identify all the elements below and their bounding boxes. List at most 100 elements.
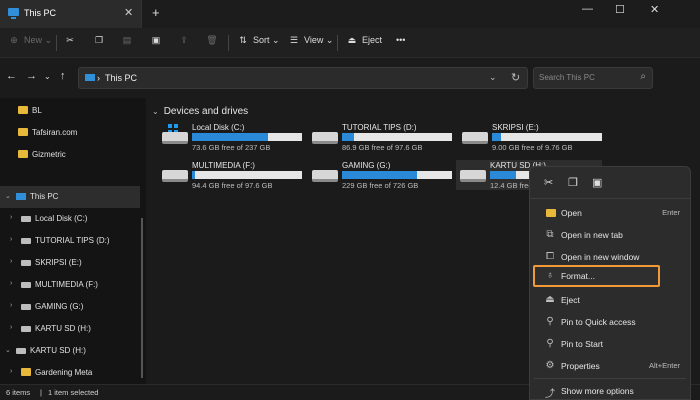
format-icon: ♁ [546, 270, 554, 281]
recent-chevron-icon[interactable]: ⌄ [44, 72, 51, 81]
menu-item-format[interactable]: ♁ Format... [533, 265, 660, 287]
view-label: View [304, 35, 324, 45]
minimize-button[interactable]: — [582, 3, 593, 15]
rename-button[interactable]: ▣ [150, 35, 166, 46]
drive-tile-d[interactable]: TUTORIAL TIPS (D:) 86.9 GB free of 97.6 … [308, 122, 454, 152]
drive-name: TUTORIAL TIPS (D:) [342, 123, 417, 132]
menu-item-show-more-options[interactable]: ⤴ Show more options [534, 380, 686, 400]
sidebar-item-label: Local Disk (C:) [35, 214, 88, 223]
sort-button[interactable]: ⇅ Sort ⌄ [237, 35, 279, 46]
new-window-icon: ⧠ [546, 251, 554, 262]
drive-tile-e[interactable]: SKRIPSI (E:) 9.00 GB free of 9.76 GB [458, 122, 604, 152]
new-label: New [24, 35, 43, 45]
back-arrow-icon[interactable]: ← [6, 70, 17, 82]
folder-icon [21, 368, 31, 376]
sidebar-item-tafsiran[interactable]: Tafsiran.com [0, 122, 140, 144]
usage-fill [192, 171, 196, 179]
view-button[interactable]: ☰ View ⌄ [288, 35, 333, 46]
new-button[interactable]: ⊕ New ⌄ [8, 35, 52, 46]
sidebar-item-gizmetric[interactable]: Gizmetric [0, 144, 140, 166]
drive-name: SKRIPSI (E:) [492, 123, 539, 132]
drive-tile-c[interactable]: Local Disk (C:) 73.6 GB free of 237 GB [158, 122, 304, 152]
menu-item-open[interactable]: Open Enter [534, 202, 686, 224]
eject-button[interactable]: ⏏ Eject [346, 35, 382, 46]
maximize-button[interactable]: ☐ [615, 3, 625, 16]
navigation-pane: BL Tafsiran.com Gizmetric ⌄ This PC › Lo… [0, 98, 146, 384]
drive-icon [21, 260, 31, 266]
cut-button[interactable]: ✂ [64, 35, 80, 46]
drive-icon [21, 326, 31, 332]
sidebar-scrollbar[interactable] [141, 218, 143, 378]
clipboard-icon: ▤ [122, 35, 132, 45]
refresh-icon[interactable]: ↻ [511, 71, 520, 84]
menu-item-open-new-tab[interactable]: ⧉ Open in new tab [534, 224, 686, 246]
pin-icon: ⚲ [546, 338, 554, 349]
sort-icon: ⇅ [239, 35, 247, 45]
drive-free-space: 9.00 GB free of 9.76 GB [492, 143, 573, 152]
drive-free-space: 94.4 GB free of 97.6 GB [192, 181, 273, 190]
menu-item-label: Properties [561, 361, 600, 371]
sidebar-item-kartu-sd-h-root[interactable]: ⌄ KARTU SD (H:) [0, 340, 140, 362]
toolbar-divider [56, 35, 57, 51]
sidebar-item-this-pc[interactable]: ⌄ This PC [0, 186, 140, 208]
group-header[interactable]: ⌄ Devices and drives [152, 106, 248, 117]
collapse-chevron-icon[interactable]: ⌄ [5, 346, 11, 354]
computer-icon [85, 74, 95, 81]
expand-chevron-icon[interactable]: › [10, 368, 12, 375]
up-arrow-icon[interactable]: ↑ [60, 70, 66, 82]
see-more-button[interactable]: ••• [396, 35, 405, 45]
menu-item-pin-start[interactable]: ⚲ Pin to Start [534, 333, 686, 355]
search-input[interactable]: Search This PC ⌕ [533, 67, 653, 89]
command-bar: ⊕ New ⌄ ✂ ❐ ▤ ▣ ⇪ 🗑 ⇅ Sort ⌄ ☰ View ⌄ ⏏ Ejec… [0, 28, 700, 58]
tab-this-pc[interactable]: This PC ✕ [0, 0, 142, 28]
sidebar-item-local-disk-c[interactable]: › Local Disk (C:) [0, 208, 140, 230]
sort-label: Sort [253, 35, 270, 45]
breadcrumb-chevron-icon[interactable]: › [97, 73, 100, 83]
sidebar-item-kartu-sd-h[interactable]: › KARTU SD (H:) [0, 318, 140, 340]
menu-item-pin-quick-access[interactable]: ⚲ Pin to Quick access [534, 311, 686, 333]
menu-item-eject[interactable]: ⏏ Eject [534, 289, 686, 311]
computer-icon [8, 8, 19, 19]
expand-chevron-icon[interactable]: › [10, 302, 12, 309]
eject-icon: ⏏ [347, 35, 357, 45]
expand-chevron-icon[interactable]: › [10, 280, 12, 287]
wrench-icon: ⚙ [545, 360, 555, 371]
sidebar-item-tutorial-tips-d[interactable]: › TUTORIAL TIPS (D:) [0, 230, 140, 252]
menu-divider [534, 378, 686, 379]
scissors-icon[interactable]: ✂ [544, 176, 553, 189]
address-bar[interactable]: › This PC ⌄ ↻ [78, 67, 528, 89]
drive-free-space: 73.6 GB free of 237 GB [192, 143, 271, 152]
delete-button[interactable]: 🗑 [206, 35, 222, 46]
paste-button[interactable]: ▤ [121, 35, 137, 46]
address-dropdown-icon[interactable]: ⌄ [489, 72, 497, 83]
expand-chevron-icon[interactable]: › [10, 258, 12, 265]
collapse-chevron-icon[interactable]: ⌄ [5, 192, 11, 200]
sidebar-item-label: MULTIMEDIA (F:) [35, 280, 98, 289]
menu-item-label: Show more options [561, 386, 634, 396]
sidebar-item-label: SKRIPSI (E:) [35, 258, 82, 267]
forward-arrow-icon[interactable]: → [26, 70, 37, 82]
menu-item-label: Format... [561, 271, 596, 281]
drive-tile-g[interactable]: GAMING (G:) 229 GB free of 726 GB [308, 160, 454, 190]
sidebar-item-label: Gardening Meta [35, 368, 93, 377]
expand-chevron-icon[interactable]: › [10, 214, 12, 221]
sidebar-item-gardening-meta[interactable]: › Gardening Meta [0, 362, 140, 384]
copy-button[interactable]: ❐ [93, 35, 109, 46]
sidebar-item-gaming-g[interactable]: › GAMING (G:) [0, 296, 140, 318]
expand-chevron-icon[interactable]: › [10, 324, 12, 331]
breadcrumb[interactable]: This PC [105, 73, 137, 83]
sidebar-item-bl[interactable]: BL [0, 100, 140, 122]
pin-icon: ⚲ [546, 316, 554, 327]
share-button[interactable]: ⇪ [178, 35, 194, 46]
copy-icon[interactable]: ❐ [568, 176, 578, 189]
new-tab-button[interactable]: + [152, 5, 160, 20]
close-window-button[interactable]: ✕ [650, 3, 659, 16]
tab-close-icon[interactable]: ✕ [124, 6, 133, 19]
drive-tile-f[interactable]: MULTIMEDIA (F:) 94.4 GB free of 97.6 GB [158, 160, 304, 190]
expand-chevron-icon[interactable]: › [10, 236, 12, 243]
menu-item-properties[interactable]: ⚙ Properties Alt+Enter [534, 355, 686, 377]
sidebar-item-label: KARTU SD (H:) [35, 324, 91, 333]
sidebar-item-skripsi-e[interactable]: › SKRIPSI (E:) [0, 252, 140, 274]
sidebar-item-multimedia-f[interactable]: › MULTIMEDIA (F:) [0, 274, 140, 296]
rename-icon[interactable]: ▣ [592, 176, 602, 189]
